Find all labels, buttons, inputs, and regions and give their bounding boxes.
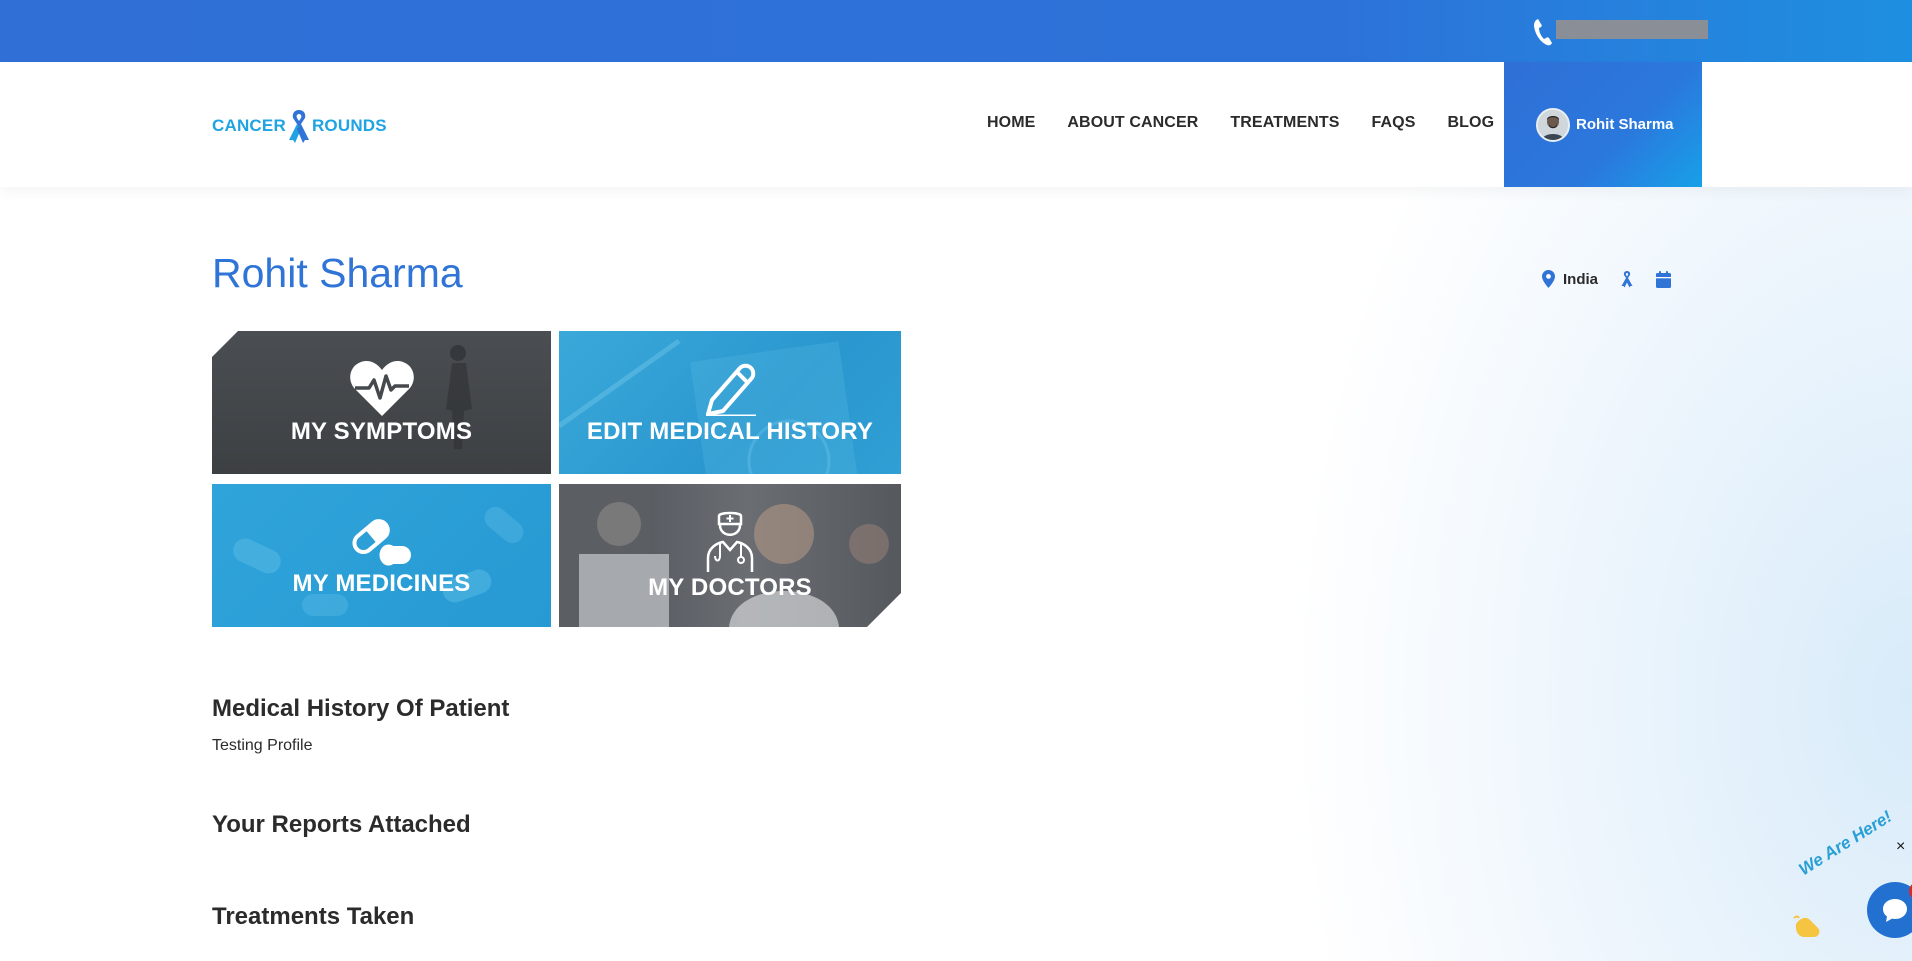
heart-pulse-icon [349, 360, 414, 416]
main-nav: HOME ABOUT CANCER TREATMENTS FAQS BLOG [987, 114, 1526, 132]
edit-medical-history-label: EDIT MEDICAL HISTORY [586, 417, 874, 445]
ribbon-icon [288, 110, 309, 143]
top-bar [0, 0, 1912, 62]
medical-history-text: Testing Profile [212, 737, 313, 754]
my-medicines-tile[interactable]: MY MEDICINES [212, 484, 551, 627]
user-menu-button[interactable]: Rohit Sharma [1504, 62, 1702, 187]
my-doctors-tile[interactable]: MY DOCTORS [559, 484, 901, 627]
user-name: Rohit Sharma [1576, 116, 1674, 133]
phone-icon[interactable] [1532, 17, 1554, 47]
my-medicines-label: MY MEDICINES [292, 569, 471, 597]
doctor-icon [705, 510, 755, 572]
location-pin-icon [1542, 270, 1555, 288]
medical-history-heading: Medical History Of Patient [212, 695, 510, 722]
country-label: India [1563, 270, 1599, 288]
logo-text-left: CANCER [212, 116, 286, 135]
waving-hand-icon [1793, 915, 1820, 937]
my-symptoms-tile[interactable]: MY SYMPTOMS [212, 331, 551, 474]
navbar: CANCER ROUNDS HOME ABOUT CANCER TREATMEN… [0, 62, 1912, 187]
nav-item-home[interactable]: HOME [987, 114, 1035, 132]
nav-item-blog[interactable]: BLOG [1448, 114, 1495, 132]
cancer-type-info [1620, 270, 1634, 288]
nav-item-faqs[interactable]: FAQS [1372, 114, 1416, 132]
pencil-icon [706, 363, 756, 416]
nav-item-about-cancer[interactable]: ABOUT CANCER [1067, 114, 1198, 132]
treatments-heading: Treatments Taken [212, 903, 415, 930]
chat-bubble-icon [1883, 899, 1907, 922]
chat-open-button[interactable] [1867, 882, 1912, 938]
nav-item-treatments[interactable]: TREATMENTS [1230, 114, 1339, 132]
phone-number[interactable] [1556, 20, 1708, 39]
country-info: India [1542, 270, 1598, 288]
chat-close-button[interactable]: × [1896, 838, 1905, 856]
profile-meta: India [1542, 270, 1693, 288]
ribbon-icon [1621, 271, 1633, 288]
date-info [1656, 270, 1672, 288]
site-logo[interactable]: CANCER ROUNDS [212, 106, 387, 146]
runner-silhouette [446, 345, 472, 449]
my-doctors-label: MY DOCTORS [648, 573, 812, 601]
avatar [1536, 107, 1570, 142]
calendar-icon [1656, 270, 1672, 288]
my-symptoms-label: MY SYMPTOMS [290, 417, 473, 445]
chat-widget: We Are Here! 1 [1792, 807, 1912, 961]
pills-icon [351, 518, 411, 565]
avatar-person-icon [1538, 109, 1568, 140]
reports-heading: Your Reports Attached [212, 811, 471, 838]
edit-medical-history-tile[interactable]: EDIT MEDICAL HISTORY [559, 331, 901, 474]
page-title: Rohit Sharma [212, 250, 463, 296]
logo-text-right: ROUNDS [311, 116, 387, 135]
